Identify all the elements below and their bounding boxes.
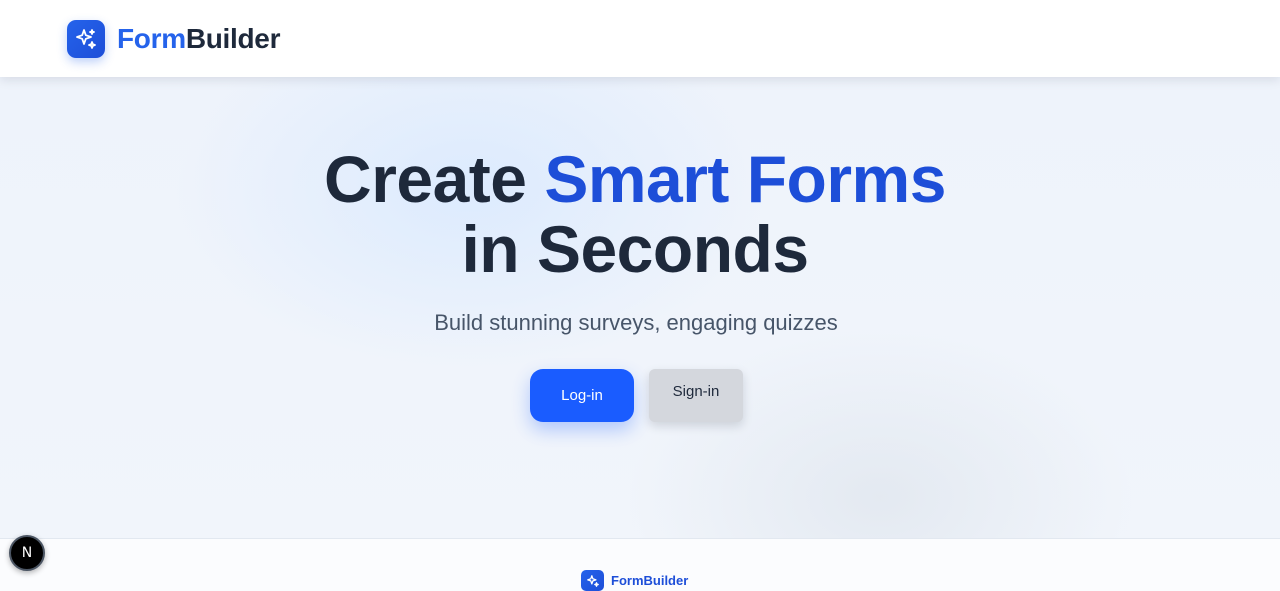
nextjs-icon[interactable]: N [9, 535, 45, 571]
footer-brand[interactable]: FormBuilder [581, 570, 688, 591]
brand-name: FormBuilder [117, 20, 280, 58]
page: FormBuilder Create Smart Forms in Second… [0, 0, 1280, 591]
sparkles-icon [581, 570, 604, 591]
brand-name-rest: Builder [185, 23, 281, 54]
footer: FormBuilder [0, 538, 1280, 591]
hero-subtitle: Build stunning surveys, engaging quizzes [434, 310, 838, 335]
brand[interactable]: FormBuilder [67, 20, 280, 58]
sparkles-icon [67, 20, 105, 58]
top-header: FormBuilder [0, 0, 1280, 77]
signin-button[interactable]: Sign-in [649, 369, 743, 422]
headline-part1: Create [324, 142, 545, 216]
hero-section: Create Smart Forms in Seconds Build stun… [0, 77, 1280, 538]
login-button[interactable]: Log-in [530, 369, 634, 422]
hero-headline: Create Smart Forms in Seconds [0, 144, 1270, 284]
dev-badge-label: N [21, 545, 33, 561]
brand-name-accent: Form [117, 23, 186, 54]
footer-brand-name: FormBuilder [611, 573, 689, 588]
headline-accent: Smart Forms [544, 142, 946, 216]
headline-part2: in Seconds [461, 212, 809, 286]
